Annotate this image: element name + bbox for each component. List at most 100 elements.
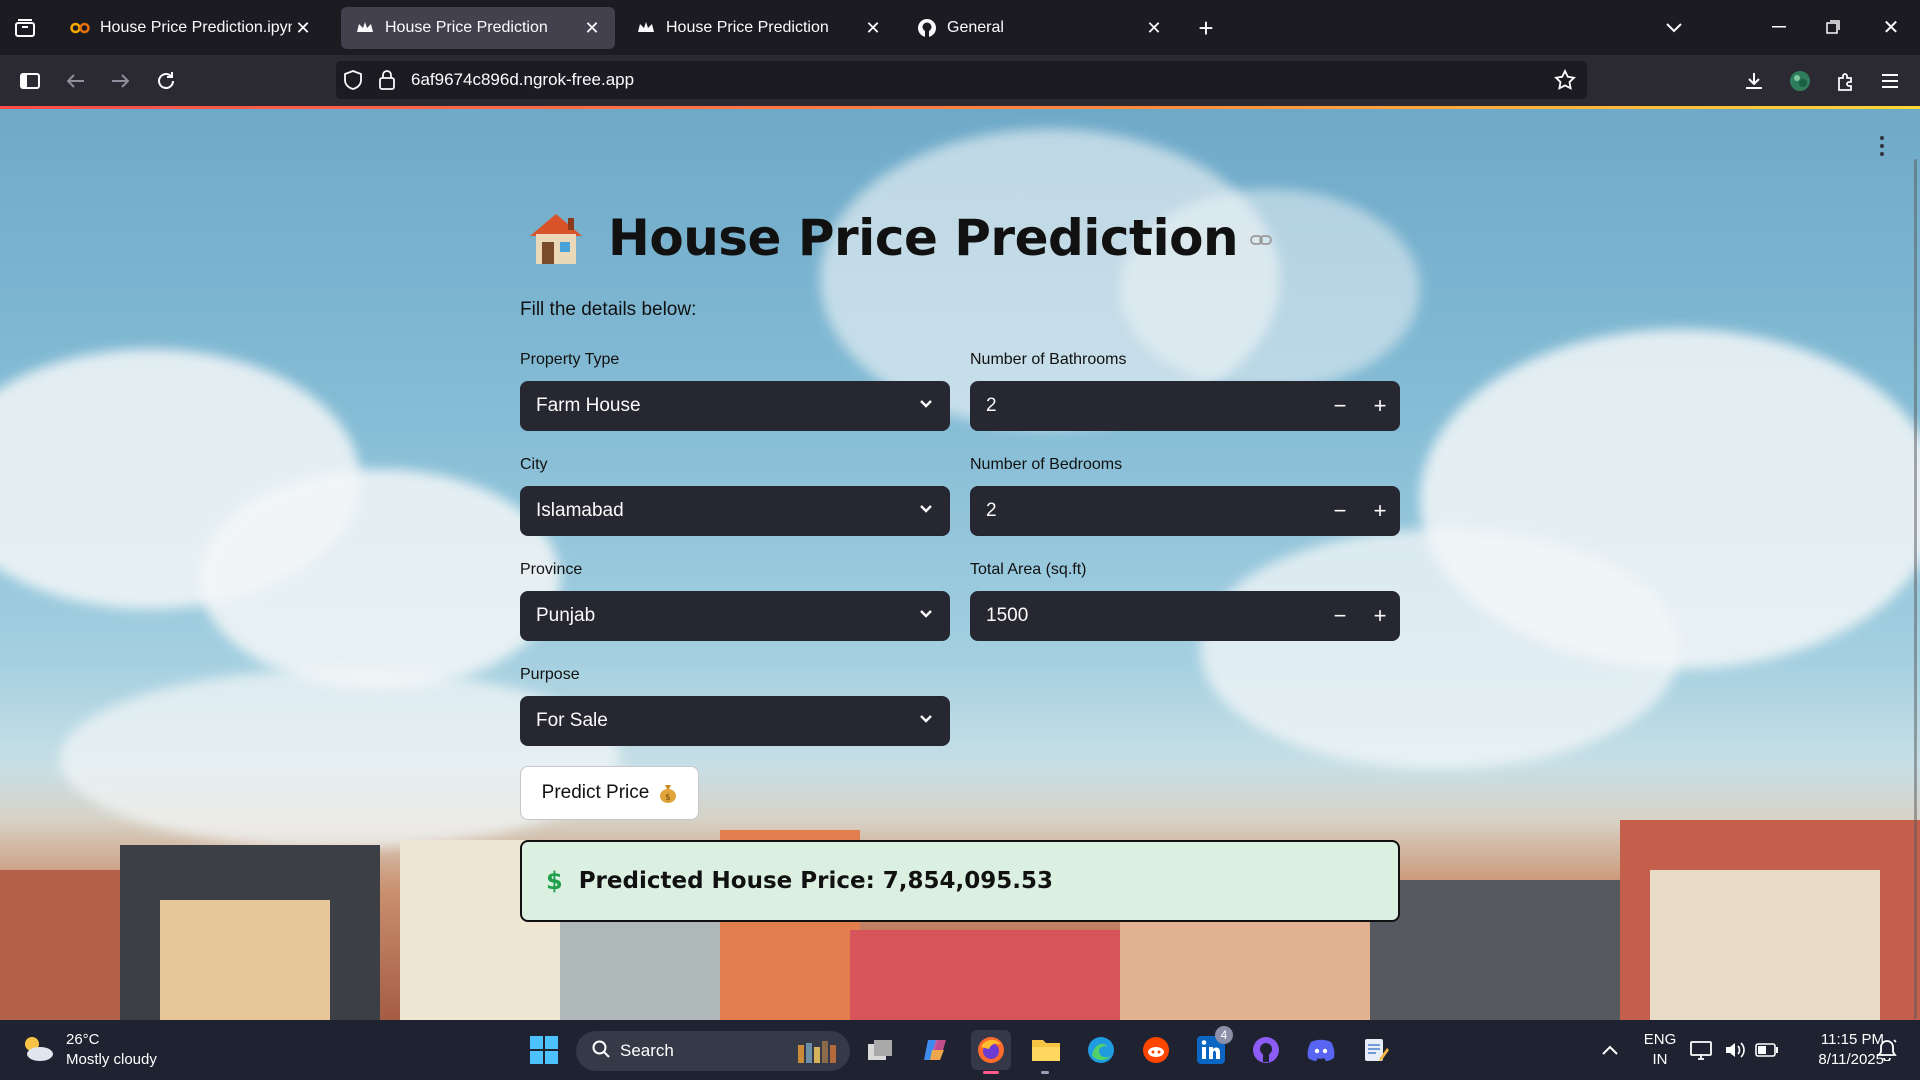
predict-price-label: Predict Price	[541, 782, 650, 803]
increment-button[interactable]: +	[1360, 591, 1400, 641]
money-bag-icon: $	[659, 783, 677, 803]
window-close-icon[interactable]: ✕	[1878, 14, 1904, 40]
tab-title: General	[947, 19, 1004, 36]
edge-icon[interactable]	[1081, 1030, 1121, 1070]
page-title: House Price Prediction	[608, 209, 1239, 267]
tab-title: House Price Prediction	[385, 19, 548, 36]
discord-icon[interactable]	[1301, 1030, 1341, 1070]
bathrooms-label: Number of Bathrooms	[970, 351, 1127, 368]
property-type-select[interactable]: Farm House	[520, 381, 950, 431]
tab-github-general[interactable]: General ✕	[903, 7, 1177, 49]
back-arrow-icon[interactable]	[62, 67, 90, 95]
tab-colab[interactable]: House Price Prediction.ipynb - C ✕	[56, 7, 326, 49]
total-area-value: 1500	[986, 605, 1029, 626]
bedrooms-value: 2	[986, 500, 997, 521]
background-house	[1650, 870, 1880, 1020]
decrement-button[interactable]: −	[1320, 591, 1360, 641]
bookmark-star-icon[interactable]	[1554, 68, 1576, 96]
file-explorer-icon[interactable]	[1026, 1030, 1066, 1074]
predict-price-button[interactable]: Predict Price $	[520, 766, 699, 820]
scrollbar[interactable]	[1914, 159, 1917, 1019]
purpose-label: Purpose	[520, 666, 580, 683]
close-icon[interactable]: ✕	[862, 17, 884, 39]
language-indicator[interactable]: ENG IN	[1640, 1030, 1680, 1070]
weather-description: Mostly cloudy	[66, 1051, 157, 1068]
taskbar-search[interactable]: Search	[576, 1031, 850, 1071]
search-highlight-icon	[794, 1039, 838, 1068]
app-menu-icon[interactable]	[1876, 67, 1904, 95]
tab-house-price-active[interactable]: House Price Prediction ✕	[341, 7, 615, 49]
app-viewport: House Price Prediction Fill the details …	[0, 109, 1920, 1020]
streamlit-crown-icon	[636, 18, 656, 38]
sidebar-toggle-icon[interactable]	[16, 67, 44, 95]
bathrooms-value: 2	[986, 395, 997, 416]
tab-title: House Price Prediction.ipynb - C	[100, 19, 292, 36]
list-all-tabs-icon[interactable]	[1660, 14, 1688, 42]
weather-widget[interactable]: 26°C Mostly cloudy	[20, 1030, 157, 1070]
notification-bell-icon[interactable]	[1870, 1030, 1904, 1070]
search-icon	[592, 1040, 610, 1063]
background-house	[160, 900, 330, 1020]
downloads-icon[interactable]	[1740, 67, 1768, 95]
linkedin-icon[interactable]: 4	[1191, 1026, 1233, 1070]
background-house	[850, 930, 1120, 1020]
search-label: Search	[620, 1041, 674, 1060]
background-cloud	[200, 469, 560, 689]
decrement-button[interactable]: −	[1320, 381, 1360, 431]
extensions-puzzle-icon[interactable]	[1832, 67, 1860, 95]
address-bar[interactable]: 6af9674c896d.ngrok-free.app	[336, 61, 1587, 99]
minimize-icon[interactable]	[1766, 14, 1792, 40]
chevron-up-icon[interactable]	[1590, 1030, 1630, 1070]
tab-house-price[interactable]: House Price Prediction ✕	[622, 7, 896, 49]
language-code: ENG	[1643, 1031, 1677, 1048]
new-tab-button[interactable]: +	[1192, 13, 1220, 43]
notepad-icon[interactable]	[1356, 1030, 1396, 1070]
restore-icon[interactable]	[1820, 14, 1846, 40]
streamlit-main-menu-button[interactable]	[1870, 131, 1894, 161]
bathrooms-input[interactable]: 2 − +	[970, 381, 1400, 431]
province-select[interactable]: Punjab	[520, 591, 950, 641]
volume-icon[interactable]	[1720, 1030, 1750, 1070]
task-view-icon[interactable]	[860, 1030, 900, 1070]
city-label: City	[520, 456, 548, 473]
close-icon[interactable]: ✕	[581, 17, 603, 39]
browser-tab-bar: House Price Prediction.ipynb - C ✕ House…	[0, 0, 1920, 55]
tab-overview-icon[interactable]	[10, 14, 40, 42]
weather-temperature: 26°C	[66, 1031, 100, 1048]
close-icon[interactable]: ✕	[1143, 17, 1165, 39]
lock-icon[interactable]	[378, 69, 396, 96]
purpose-value: For Sale	[536, 710, 608, 731]
background-house	[1370, 880, 1650, 1020]
bedrooms-input[interactable]: 2 − +	[970, 486, 1400, 536]
github-desktop-icon[interactable]	[1246, 1030, 1286, 1070]
prediction-result-text: Predicted House Price: 7,854,095.53	[578, 868, 1054, 894]
chevron-down-icon	[918, 501, 934, 523]
prediction-result-alert: $ Predicted House Price: 7,854,095.53	[520, 840, 1400, 922]
partly-cloudy-icon	[20, 1034, 54, 1067]
total-area-input[interactable]: 1500 − +	[970, 591, 1400, 641]
increment-button[interactable]: +	[1360, 381, 1400, 431]
battery-icon[interactable]	[1752, 1030, 1782, 1070]
close-icon[interactable]: ✕	[292, 17, 314, 39]
city-select[interactable]: Islamabad	[520, 486, 950, 536]
network-icon[interactable]	[1686, 1030, 1716, 1070]
chevron-down-icon	[918, 711, 934, 733]
forward-arrow-icon[interactable]	[106, 67, 134, 95]
tracking-shield-icon[interactable]	[343, 70, 363, 95]
anchor-link-icon[interactable]	[1250, 233, 1272, 252]
purpose-select[interactable]: For Sale	[520, 696, 950, 746]
decrement-button[interactable]: −	[1320, 486, 1360, 536]
chevron-down-icon	[918, 606, 934, 628]
account-avatar-icon[interactable]	[1786, 67, 1814, 95]
city-value: Islamabad	[536, 500, 624, 521]
windows-start-icon[interactable]	[524, 1030, 564, 1070]
streamlit-crown-icon	[355, 18, 375, 38]
reddit-icon[interactable]	[1136, 1030, 1176, 1070]
reload-icon[interactable]	[152, 67, 180, 95]
increment-button[interactable]: +	[1360, 486, 1400, 536]
windows-taskbar: 26°C Mostly cloudy Search 4 ENG IN 11:15…	[0, 1020, 1920, 1080]
github-icon	[917, 18, 937, 38]
copilot-icon[interactable]	[916, 1030, 956, 1070]
house-emoji-icon	[526, 210, 586, 266]
firefox-icon[interactable]	[971, 1030, 1011, 1074]
